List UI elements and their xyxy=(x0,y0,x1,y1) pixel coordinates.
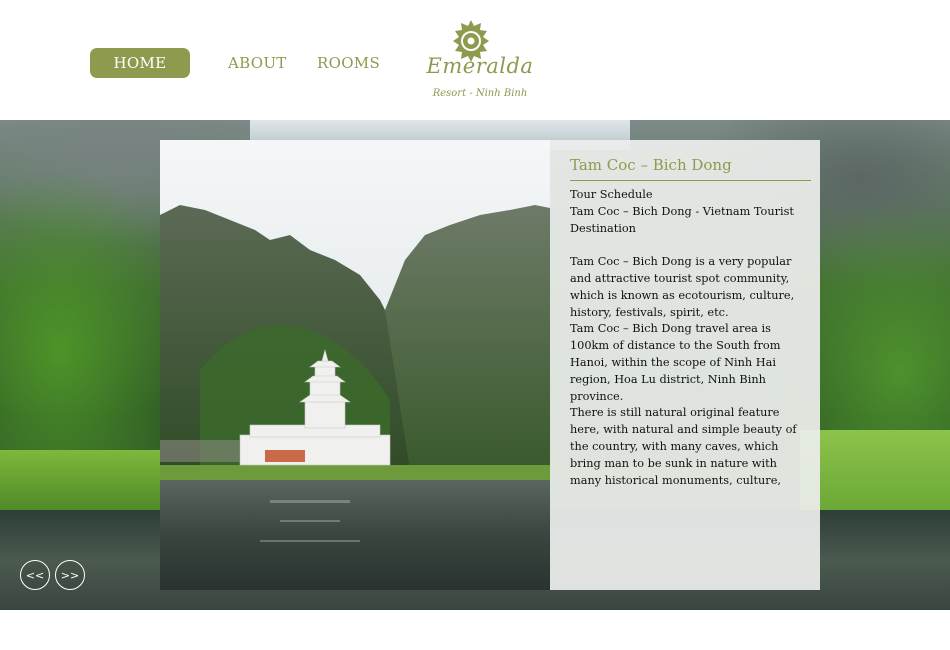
slide-paragraph: Tam Coc – Bich Dong travel area is 100km… xyxy=(570,322,781,403)
site-logo[interactable]: Emeralda Resort - Ninh Binh xyxy=(420,16,540,106)
nav-home-button[interactable]: HOME xyxy=(90,48,190,78)
slide-paragraph: There is still natural original feature … xyxy=(570,406,797,487)
hero-background-grass-left xyxy=(0,450,170,510)
slide-photo xyxy=(160,140,550,590)
nav-rooms-link[interactable]: ROOMS xyxy=(317,48,380,78)
slide-paragraph: Tam Coc – Bich Dong is a very popular an… xyxy=(570,255,795,319)
slide-info-panel: Tam Coc – Bich Dong Tour Schedule Tam Co… xyxy=(550,140,820,590)
slide-description: Tour Schedule Tam Coc – Bich Dong - Viet… xyxy=(570,187,810,489)
hero-slider: Tam Coc – Bich Dong Tour Schedule Tam Co… xyxy=(0,120,950,610)
slide-heading: Tour Schedule xyxy=(570,188,653,201)
slider-next-button[interactable]: >> xyxy=(55,560,85,590)
logo-name: Emeralda xyxy=(426,54,534,78)
site-header: HOME ABOUT ROOMS Emeralda Resort - Ninh … xyxy=(0,0,950,120)
title-divider xyxy=(570,180,811,181)
slide-subheading: Tam Coc – Bich Dong - Vietnam Tourist De… xyxy=(570,204,794,235)
slide-title: Tam Coc – Bich Dong xyxy=(570,156,732,174)
logo-subtitle: Resort - Ninh Binh xyxy=(432,88,528,99)
nav-about-link[interactable]: ABOUT xyxy=(228,48,287,78)
slider-prev-button[interactable]: << xyxy=(20,560,50,590)
